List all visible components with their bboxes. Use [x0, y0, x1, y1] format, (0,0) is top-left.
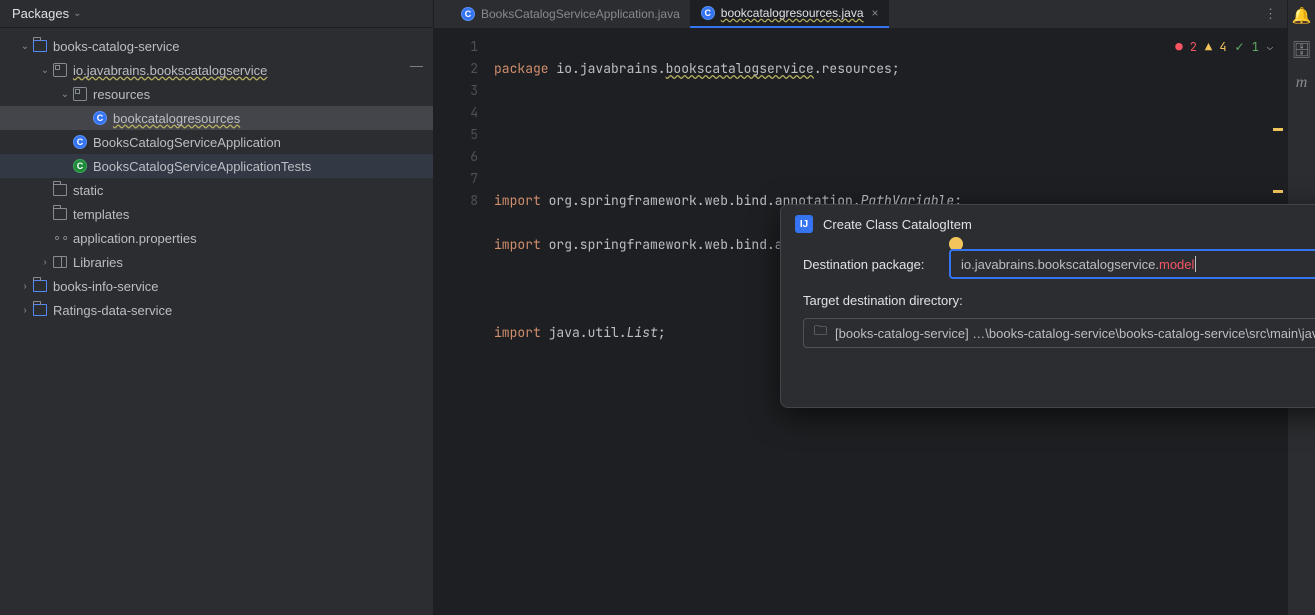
dialog-title: Create Class CatalogItem: [823, 217, 1315, 232]
warning-marker[interactable]: [1273, 128, 1283, 131]
tree-label: bookcatalogresources: [113, 111, 240, 126]
tree-module[interactable]: › Ratings-data-service: [0, 298, 433, 322]
tree-file-selected[interactable]: C bookcatalogresources: [0, 106, 433, 130]
notifications-icon[interactable]: 🔔: [1292, 6, 1312, 26]
chevron-down-icon[interactable]: ⌄: [18, 41, 32, 52]
create-class-dialog: IJ Create Class CatalogItem ✕ Destinatio…: [780, 204, 1315, 408]
class-icon: C: [92, 110, 108, 126]
class-icon: C: [700, 5, 716, 21]
tree-file-tests[interactable]: C BooksCatalogServiceApplicationTests: [0, 154, 433, 178]
folder-icon: 🗀: [814, 322, 827, 344]
tree-label: books-catalog-service: [53, 39, 179, 54]
tree-resource-static[interactable]: static: [0, 178, 433, 202]
tab-menu-icon[interactable]: ⋮: [1254, 6, 1287, 22]
maven-icon[interactable]: m: [1296, 74, 1308, 92]
tree-label: templates: [73, 207, 129, 222]
app-icon: IJ: [795, 215, 813, 233]
tree-file-app[interactable]: C BooksCatalogServiceApplication: [0, 130, 433, 154]
chevron-right-icon[interactable]: ›: [18, 281, 32, 292]
tree-label: Libraries: [73, 255, 123, 270]
tree-label: Ratings-data-service: [53, 303, 172, 318]
tree-label: application.properties: [73, 231, 197, 246]
class-icon: C: [460, 6, 476, 22]
tree-label: books-info-service: [53, 279, 159, 294]
editor-tabs: C BooksCatalogServiceApplication.java C …: [434, 0, 1287, 28]
warning-marker[interactable]: [1273, 190, 1283, 193]
package-icon: [72, 86, 88, 102]
line-gutter: 1 2 3 4 5 6 7 8: [434, 28, 494, 615]
dialog-header: IJ Create Class CatalogItem ✕: [781, 205, 1315, 243]
tree-module-root[interactable]: ⌄ books-catalog-service: [0, 34, 433, 58]
folder-icon: [52, 182, 68, 198]
tree-resource-props[interactable]: ∘∘ application.properties: [0, 226, 433, 250]
class-icon: C: [72, 134, 88, 150]
project-sidebar: Packages ⌄ ⌄ books-catalog-service ⌄ io.…: [0, 0, 434, 615]
close-icon[interactable]: ×: [872, 6, 879, 20]
module-icon: [32, 302, 48, 318]
ok-badge[interactable]: ✓ 1: [1235, 36, 1259, 58]
sidebar-header[interactable]: Packages ⌄: [0, 0, 433, 28]
field-label: Destination package:: [803, 257, 949, 272]
package-icon: [52, 62, 68, 78]
tree-subpackage[interactable]: ⌄ resources: [0, 82, 433, 106]
editor-tab-active[interactable]: C bookcatalogresources.java ×: [690, 0, 889, 28]
tree-resource-templates[interactable]: templates: [0, 202, 433, 226]
chevron-down-icon[interactable]: ⌄: [1267, 36, 1273, 58]
database-icon[interactable]: 🗄: [1291, 40, 1311, 60]
module-icon: [32, 278, 48, 294]
editor-pane: C BooksCatalogServiceApplication.java C …: [434, 0, 1287, 615]
minimize-icon[interactable]: —: [410, 58, 423, 73]
properties-icon: ∘∘: [52, 230, 68, 246]
chevron-down-icon[interactable]: ⌄: [38, 65, 52, 76]
folder-icon: [52, 206, 68, 222]
module-icon: [32, 38, 48, 54]
tree-package[interactable]: ⌄ io.javabrains.bookscatalogservice —: [0, 58, 433, 82]
chevron-right-icon[interactable]: ›: [18, 305, 32, 316]
tree-module[interactable]: › books-info-service: [0, 274, 433, 298]
tree-label: io.javabrains.bookscatalogservice: [73, 63, 267, 78]
chevron-right-icon[interactable]: ›: [38, 257, 52, 268]
destination-package-input[interactable]: io.javabrains.bookscatalogservice.model …: [949, 249, 1315, 279]
tree-label: BooksCatalogServiceApplication: [93, 135, 281, 150]
editor-tab[interactable]: C BooksCatalogServiceApplication.java: [450, 0, 690, 28]
inspection-badges[interactable]: ● 2 ▲ 4 ✓ 1 ⌄: [1175, 36, 1273, 58]
tree-label: static: [73, 183, 103, 198]
warning-badge[interactable]: ▲ 4: [1205, 36, 1227, 58]
destination-directory-select[interactable]: 🗀 [books-catalog-service] …\books-catalo…: [803, 318, 1315, 348]
error-badge[interactable]: ● 2: [1175, 36, 1197, 58]
tree-libraries[interactable]: › Libraries: [0, 250, 433, 274]
field-label: Target destination directory:: [803, 293, 1315, 308]
chevron-down-icon[interactable]: ⌄: [58, 89, 72, 100]
chevron-down-icon: ⌄: [73, 8, 81, 19]
tab-label: BooksCatalogServiceApplication.java: [481, 7, 680, 21]
class-icon: C: [72, 158, 88, 174]
project-tree[interactable]: ⌄ books-catalog-service ⌄ io.javabrains.…: [0, 28, 433, 328]
tab-label: bookcatalogresources.java: [721, 6, 864, 20]
tree-label: resources: [93, 87, 150, 102]
library-icon: [52, 254, 68, 270]
tree-label: BooksCatalogServiceApplicationTests: [93, 159, 311, 174]
sidebar-title: Packages: [12, 6, 69, 21]
